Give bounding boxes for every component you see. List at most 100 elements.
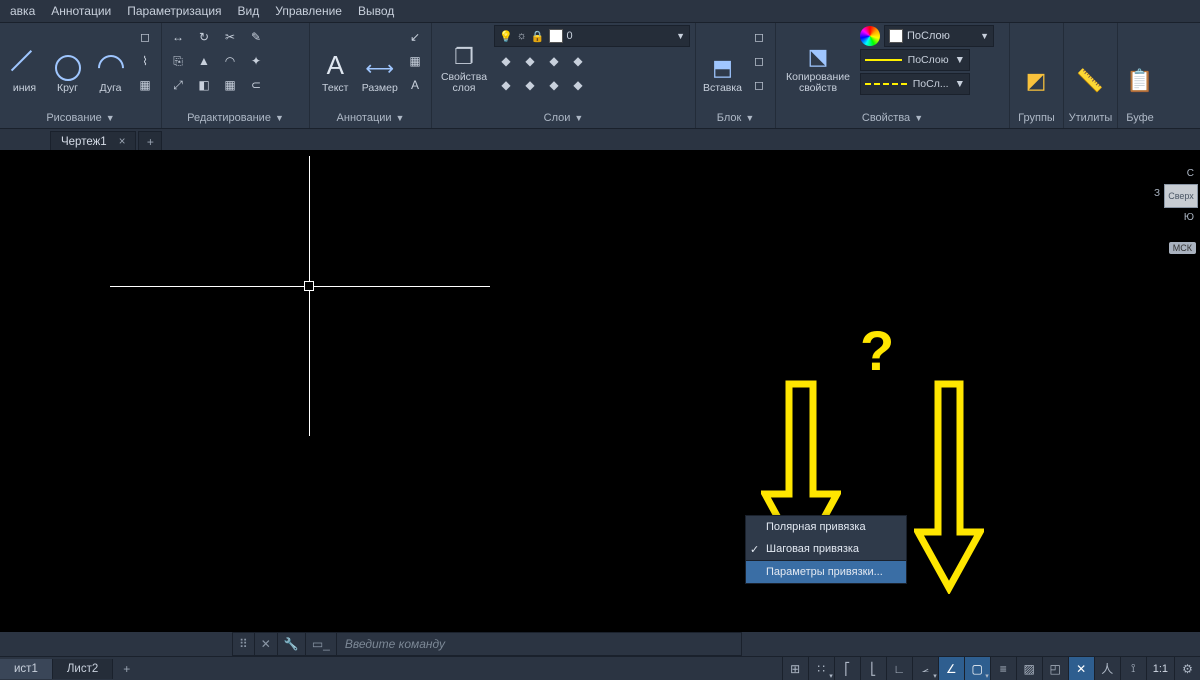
circle-button[interactable]: Круг [47,25,88,97]
table-button[interactable]: ▦ [403,49,427,73]
leader-button[interactable]: ↙ [403,25,427,49]
color-selector[interactable]: ПоСлою▼ [884,25,994,47]
transparency-toggle[interactable]: ▨ [1016,657,1042,680]
dimension-button[interactable]: ⟷Размер [359,25,402,97]
group-icon: ◩ [1026,68,1047,94]
layer-tool[interactable]: ◆ [518,73,542,97]
grid-snap-item[interactable]: ✓Шаговая привязка [746,538,906,560]
cmd-customize-icon[interactable]: 🔧 [278,633,306,655]
arc-button[interactable]: Дуга [90,25,131,97]
command-line[interactable]: ⠿ ✕ 🔧 ▭_ Введите команду [232,632,742,656]
menu-item[interactable]: Аннотации [51,4,111,18]
layer-props-button[interactable]: ❐Свойства слоя [436,25,492,97]
sheet-tab[interactable]: ист1 [0,659,53,679]
insert-block-button[interactable]: ⬒Вставка [700,25,745,97]
move-button[interactable]: ↔ [166,25,190,49]
viewcube-north: С [1187,168,1194,179]
annotation-scale[interactable]: 1:1 [1146,657,1174,680]
rotate-button[interactable]: ↻ [192,25,216,49]
panel-title: Редактирование [187,112,271,124]
view-cube[interactable]: С З Сверх Ю [1146,166,1200,236]
grid-toggle[interactable]: ⊞ [782,657,808,680]
lineweight-toggle[interactable]: ≡ [990,657,1016,680]
block-tool[interactable]: ◻ [747,25,771,49]
cmd-handle-icon[interactable]: ⠿ [233,633,255,655]
dyn-ucs-toggle[interactable]: 人 [1094,657,1120,680]
drawing-tab[interactable]: Чертеж1× [50,131,136,152]
3dosnap-toggle[interactable]: ✕ [1068,657,1094,680]
annotation-arrow-right [914,380,984,594]
layer-tool[interactable]: ◆ [566,49,590,73]
utilities-button[interactable]: 📏 [1068,25,1112,97]
polar-toggle[interactable]: ⦟ [912,657,938,680]
insert-icon: ⬒ [712,55,733,81]
layer-tool[interactable]: ◆ [542,49,566,73]
match-props-button[interactable]: ⬔Копирование свойств [780,25,856,97]
copy-button[interactable]: ⎘ [166,49,190,73]
layer-tool[interactable]: ◆ [494,73,518,97]
selection-cycling-toggle[interactable]: ◰ [1042,657,1068,680]
hatch-button[interactable]: ▦ [133,73,157,97]
panel-title: Группы [1014,110,1059,128]
menu-item[interactable]: Вид [238,4,260,18]
drawing-canvas[interactable]: С З Сверх Ю МСК ? Полярная привязка ✓Шаг… [0,150,1200,632]
color-wheel-icon[interactable] [860,26,880,46]
sheet-tab[interactable]: Лист2 [53,659,113,679]
menu-item[interactable]: Управление [275,4,342,18]
crosshair-horizontal [110,286,490,287]
cmd-prompt-icon: ▭_ [306,633,337,655]
erase-button[interactable]: ✎ [244,25,268,49]
block-tool[interactable]: ◻ [747,73,771,97]
selection-filter-toggle[interactable]: ⟟ [1120,657,1146,680]
add-sheet-button[interactable]: + [113,658,140,680]
panel-title: Буфе [1122,110,1158,128]
snap-toggle[interactable]: ∷ [808,657,834,680]
dynamic-input-toggle[interactable]: ⎣ [860,657,886,680]
text-button[interactable]: АТекст [314,25,357,97]
layer-tool[interactable]: ◆ [494,49,518,73]
layer-tool[interactable]: ◆ [566,73,590,97]
layer-selector[interactable]: 💡☼🔒0▼ [494,25,690,47]
stretch-button[interactable]: ⤢ [166,73,190,97]
close-tab-button[interactable]: × [119,136,126,148]
viewcube-top[interactable]: Сверх [1164,184,1198,208]
cmd-close-icon[interactable]: ✕ [255,633,278,655]
check-icon: ✓ [750,543,759,556]
mtext-button[interactable]: A [403,73,427,97]
panel-title: Рисование [46,112,101,124]
menu-bar: авка Аннотации Параметризация Вид Управл… [0,0,1200,23]
ucs-badge[interactable]: МСК [1169,242,1196,254]
linetype-selector[interactable]: ПоСл...▼ [860,73,970,95]
polar-snap-item[interactable]: Полярная привязка [746,516,906,538]
osnap-toggle[interactable]: ∠ [938,657,964,680]
otrack-toggle[interactable]: ▢ [964,657,990,680]
ortho-toggle[interactable]: ∟ [886,657,912,680]
trim-button[interactable]: ✂ [218,25,242,49]
menu-item[interactable]: Параметризация [127,4,221,18]
clipboard-icon: 📋 [1126,68,1153,94]
layer-icon: ❐ [454,44,474,70]
mirror-button[interactable]: ▲ [192,49,216,73]
workspace-switch[interactable]: ⚙ [1174,657,1200,680]
array-button[interactable]: ▦ [218,73,242,97]
block-tool[interactable]: ◻ [747,49,771,73]
offset-button[interactable]: ⊂ [244,73,268,97]
panel-title: Утилиты [1068,110,1113,128]
spline-button[interactable]: ⌇ [133,49,157,73]
scale-button[interactable]: ◧ [192,73,216,97]
snap-settings-item[interactable]: Параметры привязки... [746,561,906,583]
fillet-button[interactable]: ◠ [218,49,242,73]
line-button[interactable]: иния [4,25,45,97]
layer-tool[interactable]: ◆ [518,49,542,73]
clipboard-button[interactable]: 📋 [1122,25,1158,97]
polyline-button[interactable]: ◻ [133,25,157,49]
command-input[interactable]: Введите команду [337,637,445,651]
menu-item[interactable]: Вывод [358,4,394,18]
menu-item[interactable]: авка [10,4,35,18]
explode-button[interactable]: ✦ [244,49,268,73]
layer-tool[interactable]: ◆ [542,73,566,97]
viewcube-south: Ю [1184,212,1194,223]
lineweight-selector[interactable]: ПоСлою▼ [860,49,970,71]
infer-toggle[interactable]: ⎡ [834,657,860,680]
group-button[interactable]: ◩ [1014,25,1058,97]
